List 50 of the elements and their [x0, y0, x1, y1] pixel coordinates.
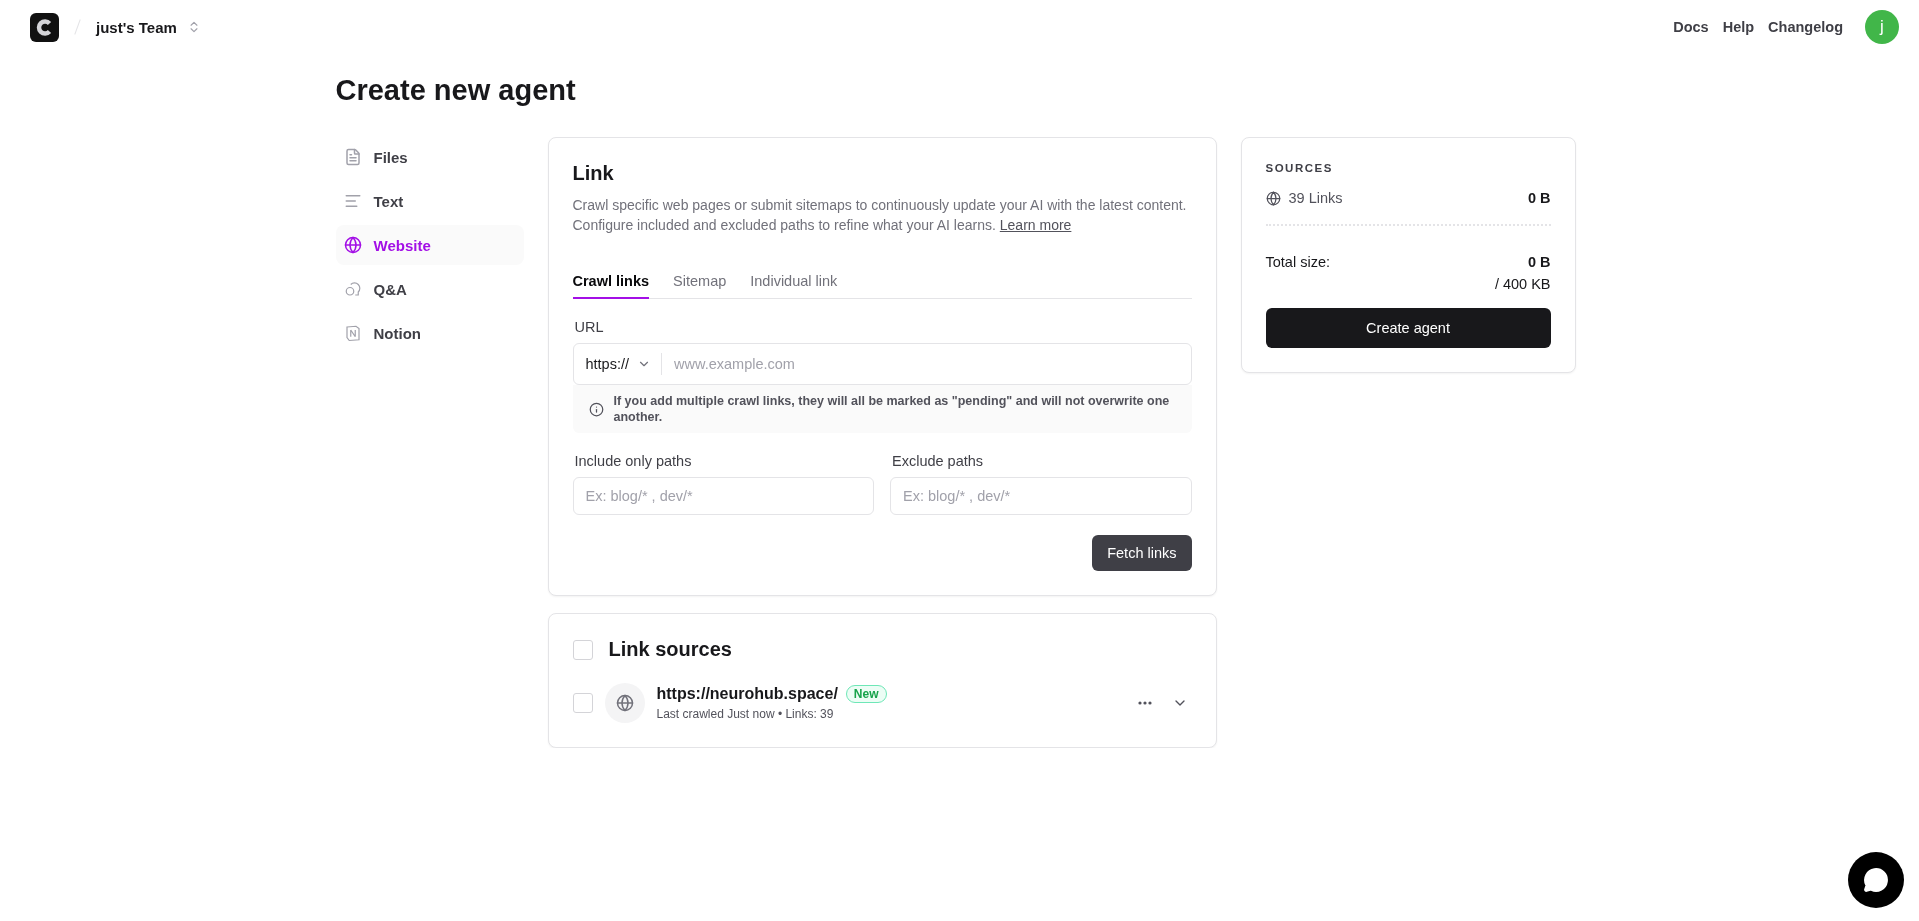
tab[interactable]: Crawl links — [572, 273, 650, 299]
learn-more-link[interactable]: Learn more — [999, 217, 1072, 233]
checkbox[interactable] — [572, 639, 593, 660]
chat-bubbles-icon — [343, 280, 362, 298]
nav-link[interactable]: Help — [1722, 19, 1755, 35]
fetch-links-button[interactable]: Fetch links — [1092, 535, 1192, 571]
total-label: Total size: — [1265, 254, 1330, 270]
nav-link[interactable]: Docs — [1673, 19, 1709, 35]
create-agent-button[interactable]: Create agent — [1265, 308, 1551, 348]
field-label: URL — [574, 319, 605, 335]
globe-icon — [1265, 190, 1281, 206]
text-lines-icon — [343, 192, 362, 210]
source-url: https://neurohub.space/ — [656, 685, 838, 703]
input-field[interactable]: Ex: blog/* , dev/* — [572, 477, 874, 515]
description: Crawl specific web pages or submit sitemaps to continuously update your AI with the latest content. Configure included and excluded paths to refine what your AI learns. Learn more — [572, 196, 1188, 235]
notice-text: If you add multiple crawl links, they will all be marked as "pending" and will not overwrite one another. — [613, 393, 1171, 425]
nav-link[interactable]: Changelog — [1768, 19, 1843, 35]
section-heading: SOURCES — [1265, 162, 1334, 174]
logo-icon[interactable] — [30, 12, 59, 42]
sidebar-item[interactable]: Website — [335, 225, 524, 265]
chat-icon — [1863, 867, 1889, 893]
status-badge: New — [845, 685, 887, 703]
total-size: 0 B — [1527, 254, 1551, 270]
section-title: Link sources — [608, 638, 732, 661]
field-label: Exclude paths — [892, 453, 985, 469]
more-icon — [1137, 701, 1152, 705]
sidebar-item[interactable]: Notion — [335, 313, 524, 353]
url-field[interactable]: https:// www.example.com — [572, 343, 1192, 385]
source-meta: Last crawled Just now • Links: 39 — [656, 707, 835, 721]
file-icon — [343, 148, 362, 166]
card-title: Link — [572, 162, 615, 185]
tab[interactable]: Individual link — [750, 273, 838, 299]
info-icon — [588, 401, 604, 417]
protocol-select[interactable]: https:// — [573, 353, 663, 375]
field-label: Include only paths — [574, 453, 693, 469]
chat-button[interactable] — [1848, 852, 1904, 908]
tab[interactable]: Sitemap — [673, 273, 727, 299]
checkbox[interactable] — [572, 693, 593, 713]
input-field[interactable]: Ex: blog/* , dev/* — [890, 477, 1192, 515]
sidebar-item[interactable]: Text — [335, 181, 524, 221]
team-switcher[interactable]: just's Team — [96, 18, 201, 36]
size-limit: / 400 KB — [1493, 276, 1551, 292]
notion-icon — [343, 324, 362, 342]
globe-icon — [604, 683, 645, 723]
sidebar-item[interactable]: Q&A — [335, 269, 524, 309]
globe-icon — [343, 236, 362, 254]
source-count: 39 Links — [1288, 190, 1343, 206]
page-title: Create new agent — [335, 74, 577, 107]
sidebar-item[interactable]: Files — [335, 137, 524, 177]
source-size: 0 B — [1527, 190, 1551, 206]
